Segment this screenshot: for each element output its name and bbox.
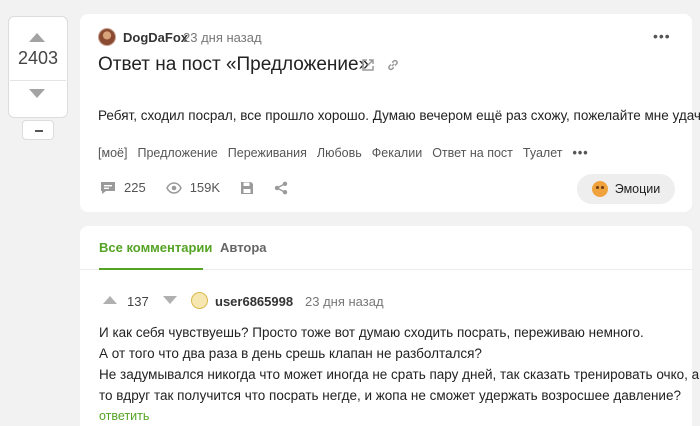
share-icon xyxy=(274,181,288,194)
comment-upvote-button[interactable] xyxy=(103,296,117,304)
upvote-button[interactable] xyxy=(29,33,45,42)
post-title[interactable]: Ответ на пост «Предложение» xyxy=(98,54,369,76)
comment-text: И как себя чувствуешь? Просто тоже вот д… xyxy=(99,322,699,406)
comment-line: то вдруг так получится что посрать негде… xyxy=(99,388,681,403)
commenter-avatar[interactable] xyxy=(191,292,208,309)
views-count: 159K xyxy=(189,180,221,195)
eye-icon xyxy=(165,181,182,194)
save-icon xyxy=(241,181,254,194)
tag[interactable]: [моё] xyxy=(98,146,127,160)
comment-line: Не задумывался никогда что может иногда … xyxy=(99,367,700,382)
post-stats: 225 159K xyxy=(100,180,308,195)
author-avatar[interactable] xyxy=(98,28,116,46)
comment-rating: 137 xyxy=(127,294,149,309)
tags-more-button[interactable]: ••• xyxy=(572,146,588,160)
commenter-name[interactable]: user6865998 xyxy=(215,294,293,309)
emotions-button[interactable]: Эмоции xyxy=(577,174,675,204)
comments-stat[interactable]: 225 xyxy=(100,180,146,195)
comment-downvote-button[interactable] xyxy=(163,296,177,304)
comment-time: 23 дня назад xyxy=(305,294,384,309)
comment-line: И как себя чувствуешь? Просто тоже вот д… xyxy=(99,325,644,340)
tag[interactable]: Фекалии xyxy=(372,146,422,160)
vote-column: 2403 xyxy=(8,16,68,140)
comment-icon xyxy=(101,181,115,194)
emotions-label: Эмоции xyxy=(614,182,661,196)
minus-icon xyxy=(35,130,43,132)
link-icon[interactable] xyxy=(386,58,400,72)
tag-list: [моё] Предложение Переживания Любовь Фек… xyxy=(98,146,589,160)
post-rating: 2403 xyxy=(17,48,59,68)
post-time: 23 дня назад xyxy=(183,30,262,45)
external-link-icon[interactable] xyxy=(361,58,375,72)
reply-link[interactable]: ответить xyxy=(99,409,149,423)
more-menu-button[interactable]: ••• xyxy=(653,28,671,44)
tag[interactable]: Переживания xyxy=(228,146,307,160)
collapse-button[interactable] xyxy=(22,120,54,140)
tag[interactable]: Любовь xyxy=(317,146,362,160)
emotion-icon xyxy=(591,181,608,197)
share-button[interactable] xyxy=(274,181,288,195)
post-card: DogDaFox 23 дня назад ••• Ответ на пост … xyxy=(80,14,700,212)
comments-count: 225 xyxy=(124,180,146,195)
comments-section: Все комментарии Автора 137 user6865998 2… xyxy=(80,226,699,426)
comment-line: А от того что два раза в день срешь клап… xyxy=(99,346,482,361)
save-button[interactable] xyxy=(240,181,254,195)
vote-divider xyxy=(10,80,66,81)
tag[interactable]: Туалет xyxy=(523,146,563,160)
downvote-button[interactable] xyxy=(29,89,45,98)
tag[interactable]: Предложение xyxy=(137,146,217,160)
views-stat: 159K xyxy=(165,180,221,195)
active-tab-indicator xyxy=(99,268,203,270)
tag[interactable]: Ответ на пост xyxy=(432,146,513,160)
author-name[interactable]: DogDaFox xyxy=(123,30,188,45)
tab-author-comments[interactable]: Автора xyxy=(220,240,267,255)
post-text: Ребят, сходил посрал, все прошло хорошо.… xyxy=(98,108,700,123)
tab-all-comments[interactable]: Все комментарии xyxy=(99,240,212,255)
